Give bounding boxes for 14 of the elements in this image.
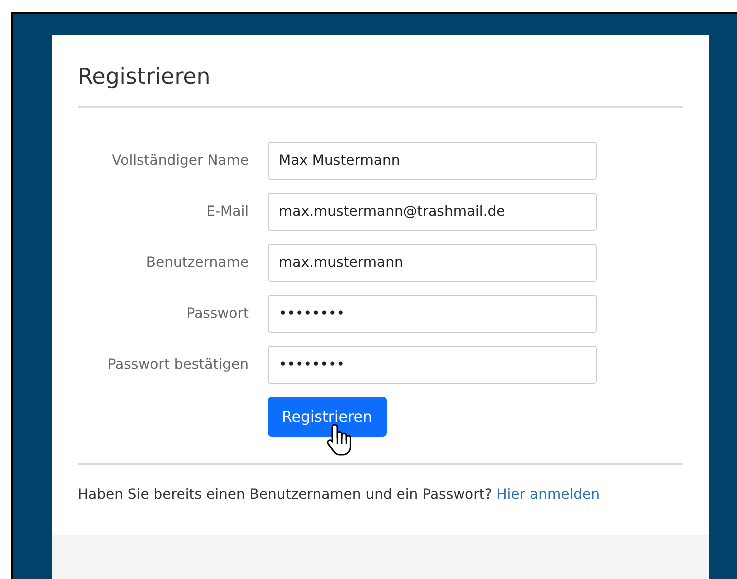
field-label: Passwort — [186, 306, 249, 322]
input-field[interactable]: max.mustermann — [268, 244, 597, 282]
input-field[interactable]: •••••••• — [268, 295, 597, 333]
login-link[interactable]: Hier anmelden — [496, 487, 600, 503]
input-field[interactable]: max.mustermann@trashmail.de — [268, 193, 597, 231]
field-label: Benutzername — [145, 255, 249, 271]
field-label: Vollständiger Name — [111, 153, 249, 169]
register-button[interactable]: Registrieren — [268, 397, 386, 437]
field-label: Passwort bestätigen — [106, 357, 249, 373]
field-label: E-Mail — [206, 204, 249, 220]
login-prompt: Haben Sie bereits einen Benutzernamen und ein Passwort? Hier anmelden — [78, 486, 601, 503]
form-title: Registrieren — [78, 65, 683, 108]
input-field[interactable]: •••••••• — [268, 346, 597, 384]
input-field[interactable]: Max Mustermann — [268, 142, 597, 180]
